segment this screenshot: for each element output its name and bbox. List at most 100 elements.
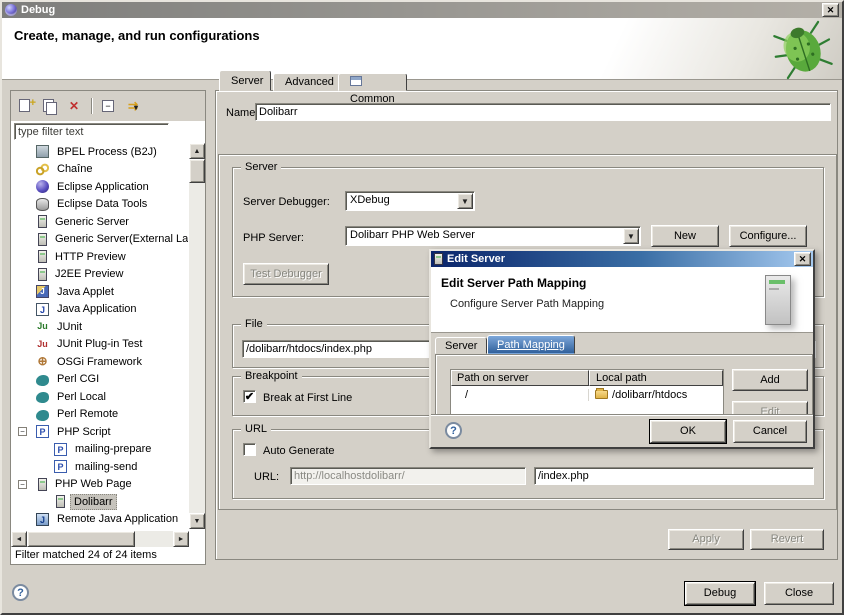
collapse-all-button[interactable]: − bbox=[100, 98, 118, 115]
tree-item-label: OSGi Framework bbox=[54, 355, 145, 369]
tree-item-j2ee-preview[interactable]: J2EE Preview bbox=[12, 266, 188, 284]
edit-server-title: Edit Server bbox=[447, 253, 505, 265]
edit-server-titlebar[interactable]: Edit Server ✕ bbox=[431, 251, 813, 267]
debug-configurations-window: Debug ✕ Create, manage, and run configur… bbox=[0, 0, 844, 615]
break-at-first-line-checkbox[interactable]: ✔ bbox=[243, 390, 256, 403]
tree-horizontal-scrollbar[interactable]: ◄ ► bbox=[11, 531, 189, 547]
tree-item-label: Generic Server bbox=[52, 215, 132, 229]
tree-item-eclipse-data-tools[interactable]: Eclipse Data Tools bbox=[12, 196, 188, 214]
scroll-up-button[interactable]: ▲ bbox=[189, 143, 205, 159]
tree-item-label: Perl Remote bbox=[54, 407, 121, 421]
tree-item-cha-ne[interactable]: Chaîne bbox=[12, 161, 188, 179]
horizontal-scroll-thumb[interactable] bbox=[27, 531, 135, 547]
expander-minus-icon[interactable]: − bbox=[18, 480, 27, 489]
edit-server-close-button[interactable]: ✕ bbox=[794, 252, 811, 266]
cancel-button[interactable]: Cancel bbox=[733, 420, 807, 443]
php-server-label: PHP Server: bbox=[243, 232, 304, 244]
path-mapping-row[interactable]: //dolibarr/htdocs bbox=[451, 386, 723, 403]
tree-item-label: Eclipse Application bbox=[54, 180, 152, 194]
new-server-button[interactable]: New bbox=[651, 225, 719, 247]
tab-advanced[interactable]: Advanced bbox=[273, 73, 346, 91]
tree-item-mailing-prepare[interactable]: Pmailing-prepare bbox=[12, 441, 188, 459]
break-at-first-line-label: Break at First Line bbox=[263, 392, 352, 404]
common-tab-icon bbox=[350, 76, 362, 86]
server-debugger-value: XDebug bbox=[346, 192, 474, 210]
tree-item-junit[interactable]: JuJUnit bbox=[12, 318, 188, 336]
dialog-help-button[interactable]: ? bbox=[445, 422, 462, 439]
remote-java-icon: J bbox=[36, 513, 49, 526]
tab-server[interactable]: Server bbox=[219, 70, 271, 91]
window-help-button[interactable]: ? bbox=[12, 584, 29, 601]
add-mapping-button[interactable]: Add bbox=[732, 369, 808, 391]
path-mapping-pane: Path on server Local path //dolibarr/htd… bbox=[435, 354, 813, 416]
tree-item-php-script[interactable]: −P PHP Script bbox=[12, 423, 188, 441]
tree-item-bpel-process-b2j-[interactable]: BPEL Process (B2J) bbox=[12, 143, 188, 161]
php-icon: P bbox=[36, 425, 49, 438]
perl-icon bbox=[36, 392, 49, 403]
server-icon bbox=[56, 495, 65, 508]
close-button[interactable]: Close bbox=[764, 582, 834, 605]
window-titlebar[interactable]: Debug ✕ bbox=[2, 2, 842, 18]
tree-item-eclipse-application[interactable]: Eclipse Application bbox=[12, 178, 188, 196]
scroll-right-button[interactable]: ► bbox=[173, 531, 189, 547]
name-label: Name: bbox=[226, 107, 258, 119]
server-icon bbox=[38, 268, 47, 281]
combo-arrow-icon[interactable]: ▼ bbox=[623, 228, 639, 244]
auto-generate-checkbox[interactable] bbox=[243, 443, 256, 456]
filter-launch-configurations-button[interactable]: ⇉▾ bbox=[124, 98, 142, 115]
tree-item-perl-cgi[interactable]: Perl CGI bbox=[12, 371, 188, 389]
tree-vertical-scrollbar[interactable]: ▲ ▼ bbox=[189, 143, 205, 529]
configuration-name-input[interactable] bbox=[255, 103, 831, 121]
tab-server-settings[interactable]: Server bbox=[435, 337, 487, 354]
tree-item-osgi-framework[interactable]: ⊕OSGi Framework bbox=[12, 353, 188, 371]
tree-item-http-preview[interactable]: HTTP Preview bbox=[12, 248, 188, 266]
expander-minus-icon[interactable]: − bbox=[18, 427, 27, 436]
server-debugger-select[interactable]: XDebug ▼ bbox=[345, 191, 475, 211]
tab-path-mapping[interactable]: Path Mapping bbox=[487, 335, 575, 354]
duplicate-configuration-button[interactable] bbox=[41, 98, 59, 115]
tree-item-php-web-page[interactable]: − PHP Web Page bbox=[12, 476, 188, 494]
toolbar-separator bbox=[91, 98, 92, 114]
php-server-select[interactable]: Dolibarr PHP Web Server ▼ bbox=[345, 226, 641, 246]
debug-button[interactable]: Debug bbox=[685, 582, 755, 605]
tree-item-java-application[interactable]: JJava Application bbox=[12, 301, 188, 319]
tree-item-label: PHP Script bbox=[54, 425, 114, 439]
new-configuration-button[interactable]: + bbox=[17, 98, 35, 115]
path-mapping-table[interactable]: Path on server Local path //dolibarr/htd… bbox=[450, 369, 724, 416]
vertical-scroll-thumb[interactable] bbox=[189, 159, 205, 183]
tree-item-dolibarr[interactable]: Dolibarr bbox=[12, 493, 188, 511]
tree-item-generic-server-external-la[interactable]: Generic Server(External La bbox=[12, 231, 188, 249]
column-path-on-server[interactable]: Path on server bbox=[451, 370, 589, 386]
junit-plugin-icon: Ju bbox=[36, 338, 49, 351]
tab-common[interactable]: Common bbox=[338, 73, 407, 91]
url-base-input bbox=[290, 467, 526, 485]
tree-item-remote-java-application[interactable]: JRemote Java Application bbox=[12, 511, 188, 529]
breakpoint-group-legend: Breakpoint bbox=[241, 370, 302, 382]
eclipse-logo-icon bbox=[5, 4, 17, 16]
url-path-input[interactable] bbox=[534, 467, 814, 485]
tree-item-label: HTTP Preview bbox=[52, 250, 129, 264]
url-label: URL: bbox=[254, 471, 279, 483]
server-debugger-label: Server Debugger: bbox=[243, 196, 330, 208]
scroll-down-button[interactable]: ▼ bbox=[189, 513, 205, 529]
php-icon: P bbox=[54, 443, 67, 456]
tree-item-label: JUnit Plug-in Test bbox=[54, 337, 145, 351]
tree-item-junit-plug-in-test[interactable]: Ju JUnit Plug-in Test bbox=[12, 336, 188, 354]
tree-item-perl-remote[interactable]: Perl Remote bbox=[12, 406, 188, 424]
tree-item-mailing-send[interactable]: Pmailing-send bbox=[12, 458, 188, 476]
ok-button[interactable]: OK bbox=[650, 420, 726, 443]
tree-item-generic-server[interactable]: Generic Server bbox=[12, 213, 188, 231]
combo-arrow-icon[interactable]: ▼ bbox=[457, 193, 473, 209]
column-local-path[interactable]: Local path bbox=[589, 370, 723, 386]
delete-configuration-button[interactable]: ✕ bbox=[65, 98, 83, 115]
tree-item-label: Dolibarr bbox=[70, 494, 117, 510]
server-icon bbox=[38, 250, 47, 263]
window-close-button[interactable]: ✕ bbox=[822, 3, 839, 17]
tree-item-label: PHP Web Page bbox=[52, 477, 135, 491]
type-filter-input[interactable] bbox=[14, 123, 169, 140]
scroll-left-button[interactable]: ◄ bbox=[11, 531, 27, 547]
tree-item-java-applet[interactable]: JJava Applet bbox=[12, 283, 188, 301]
tree-item-perl-local[interactable]: Perl Local bbox=[12, 388, 188, 406]
configure-server-button[interactable]: Configure... bbox=[729, 225, 807, 247]
php-server-value: Dolibarr PHP Web Server bbox=[346, 227, 640, 245]
